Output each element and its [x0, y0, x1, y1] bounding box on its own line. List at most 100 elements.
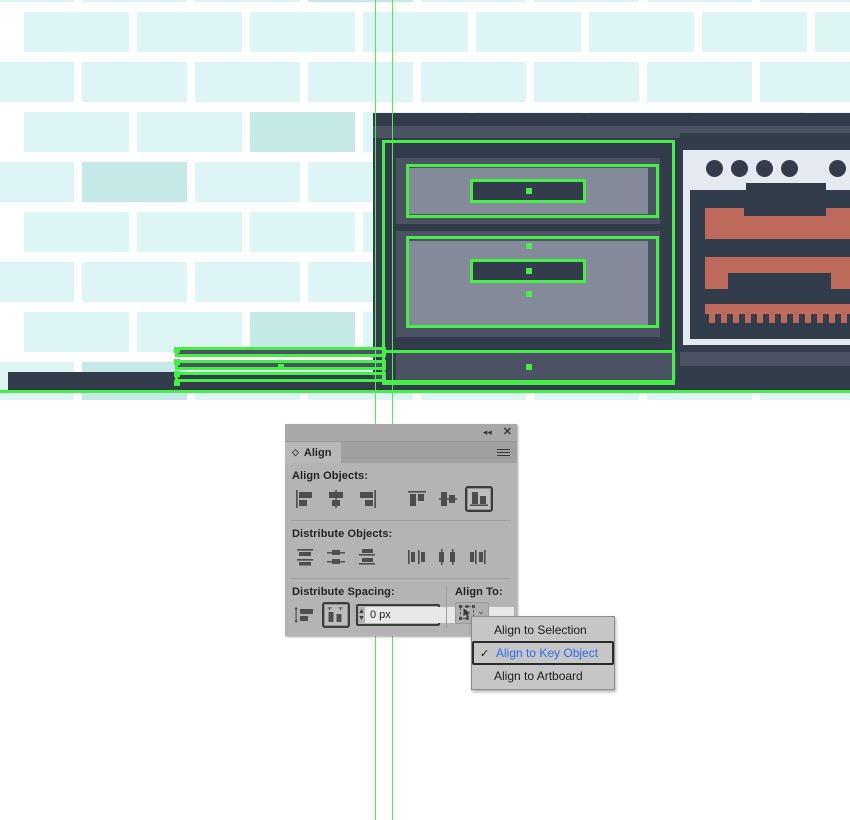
vertical-distribute-space-button[interactable] [291, 602, 319, 628]
tile [0, 62, 74, 102]
tile [421, 0, 526, 2]
tile [534, 62, 639, 102]
close-icon[interactable]: ✕ [503, 427, 512, 438]
align-horizontal-center-button[interactable] [322, 486, 350, 512]
menu-item-align-to-artboard[interactable]: Align to Artboard [472, 665, 614, 687]
tile [250, 212, 355, 252]
tile [476, 12, 581, 52]
tile [137, 312, 242, 352]
smart-guide-vertical-right [392, 0, 393, 820]
anchor-point[interactable] [174, 371, 180, 377]
tile [421, 62, 526, 102]
oven-element-tooth [841, 314, 847, 323]
horizontal-distribute-space-button[interactable] [322, 602, 350, 628]
align-to-dropdown-menu[interactable]: Align to Selection ✓ Align to Key Object… [471, 616, 615, 690]
anchor-point[interactable] [174, 359, 180, 365]
menu-item-align-to-key-object[interactable]: ✓ Align to Key Object [472, 641, 614, 665]
tile [250, 112, 355, 152]
menu-item-label: Align to Artboard [494, 669, 583, 683]
tile [82, 0, 187, 2]
tile [82, 162, 187, 202]
tile [24, 312, 129, 352]
stepper-arrows-icon[interactable]: ▲ ▼ [358, 608, 365, 622]
distribute-objects-buttons [285, 544, 517, 570]
anchor-point[interactable] [526, 291, 532, 297]
distribute-spacing-buttons: ▲ ▼ [285, 602, 514, 628]
anchor-point[interactable] [174, 380, 180, 386]
tile [308, 62, 413, 102]
tile [195, 62, 300, 102]
align-left-button[interactable] [291, 486, 319, 512]
anchor-point[interactable] [526, 364, 532, 370]
panel-menu-icon[interactable] [497, 442, 517, 463]
oven-knob-3 [756, 160, 773, 177]
chevron-down-icon[interactable]: ⌄ [477, 607, 485, 616]
distribute-horizontal-center-button[interactable] [434, 544, 462, 570]
tile [702, 12, 807, 52]
tile [647, 62, 752, 102]
tile [250, 312, 355, 352]
illustrator-canvas[interactable] [0, 0, 850, 400]
anchor-point[interactable] [526, 268, 532, 274]
anchor-point[interactable] [174, 347, 180, 353]
anchor-point[interactable] [278, 364, 284, 370]
panel-body: Align Objects: Distribute Objects: Distr… [285, 463, 517, 636]
distribute-horizontal-right-button[interactable] [465, 544, 493, 570]
distribute-objects-label: Distribute Objects: [292, 528, 393, 540]
oven-base-band [680, 352, 850, 366]
tile [589, 12, 694, 52]
collapse-icon[interactable]: ◂◂ [483, 428, 492, 437]
tab-align[interactable]: ◇ Align [285, 442, 342, 463]
tile [0, 0, 74, 2]
panel-tab-row: ◇ Align [285, 442, 517, 463]
tile [137, 212, 242, 252]
menu-item-align-to-selection[interactable]: Align to Selection [472, 619, 614, 641]
menu-item-label: Align to Selection [494, 623, 587, 637]
oven-knob-1 [706, 160, 723, 177]
spacing-stepper[interactable]: ▲ ▼ [356, 604, 514, 626]
oven-element-3 [705, 304, 850, 314]
selection-outline-rail-c [175, 372, 386, 382]
oven-element-tooth [805, 314, 811, 323]
tile [195, 0, 300, 2]
tile [760, 62, 850, 102]
align-right-button[interactable] [353, 486, 381, 512]
oven-element-tooth [745, 314, 751, 323]
panel-title: Align [303, 446, 332, 459]
oven-knob-5 [829, 160, 846, 177]
tile [24, 212, 129, 252]
tile [250, 12, 355, 52]
tile [82, 62, 187, 102]
tile [815, 12, 850, 52]
distribute-vertical-center-button[interactable] [322, 544, 350, 570]
tile [308, 0, 413, 2]
oven-element-tooth [817, 314, 823, 323]
tile [137, 12, 242, 52]
distribute-vertical-top-button[interactable] [291, 544, 319, 570]
tile [760, 0, 850, 2]
oven-element-tooth [733, 314, 739, 323]
align-panel[interactable]: ◂◂ ✕ ◇ Align Align Objects: Distribute O… [285, 424, 517, 636]
smart-guide-vertical-left [375, 0, 376, 820]
align-vertical-center-button[interactable] [434, 486, 462, 512]
oven-element-tooth [829, 314, 835, 323]
tile [363, 12, 468, 52]
tab-row-spacer [341, 442, 497, 463]
selection-line-counter [0, 390, 850, 393]
align-top-button[interactable] [403, 486, 431, 512]
panel-toggle-icon[interactable]: ◇ [292, 447, 299, 458]
selection-outline-rail-a [175, 347, 386, 357]
divider [291, 578, 511, 579]
oven-knob-4 [781, 160, 798, 177]
align-bottom-button[interactable] [465, 486, 493, 512]
panel-titlebar[interactable]: ◂◂ ✕ [285, 424, 517, 442]
distribute-vertical-bottom-button[interactable] [353, 544, 381, 570]
oven-element-tooth [781, 314, 787, 323]
align-objects-label: Align Objects: [292, 470, 368, 482]
anchor-point[interactable] [526, 243, 532, 249]
align-to-label: Align To: [455, 586, 503, 598]
distribute-horizontal-left-button[interactable] [403, 544, 431, 570]
tile [24, 112, 129, 152]
tile [195, 262, 300, 302]
anchor-point[interactable] [526, 188, 532, 194]
